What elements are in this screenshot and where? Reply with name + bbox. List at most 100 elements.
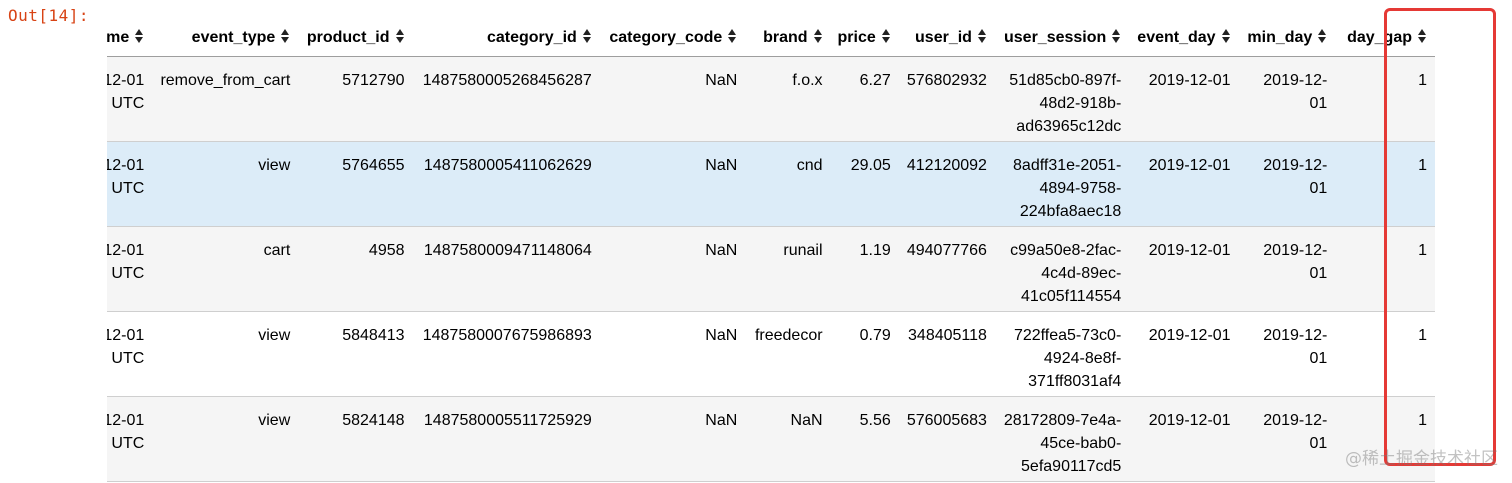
cell-event-time: 2019-12-01 00:00:05 UTC [107,327,145,367]
column-header-user-id[interactable]: user_id [898,20,995,57]
column-header-label: event_type [191,29,276,46]
column-header-label: min_day [1247,29,1313,46]
cell-brand: f.o.x [792,72,823,89]
table-body: 2019-12-01 00:00:00 UTC remove_from_cart 5… [107,56,1435,482]
cell-event-time: 2019-12-01 00:00:02 UTC [107,242,145,282]
column-header-product-id[interactable]: product_id [298,20,413,57]
column-header-event-day[interactable]: event_day [1129,20,1239,57]
cell-user-session: 51d85cb0-897f- 48d2-918b- ad63965c12dc [1009,72,1122,135]
sort-arrows-icon[interactable] [281,29,290,46]
cell-user-id: 494077766 [906,242,987,259]
cell-product-id: 5824148 [342,412,405,429]
sort-arrows-icon[interactable] [1418,29,1427,46]
sort-arrows-icon[interactable] [135,29,144,46]
cell-product-id: 5848413 [342,327,405,344]
cell-product-id: 4958 [368,242,405,259]
column-header-label: brand [763,29,808,46]
column-header-label: category_id [486,29,577,46]
dataframe-table: event_time event_type product_id category_i… [107,20,1435,482]
cell-min-day: 2019-12- 01 [1263,242,1328,282]
table-row[interactable]: 2019-12-01 00:00:02 UTC cart 4958 148758000… [107,226,1435,312]
sort-arrows-icon[interactable] [728,29,737,46]
cell-price: 5.56 [859,412,891,429]
cell-day-gap: 1 [1418,242,1427,259]
cell-brand: freedecor [754,327,823,344]
cell-price: 6.27 [859,72,891,89]
watermark: @稀土掘金技术社区 [1345,449,1498,469]
column-header-label: user_session [1004,29,1107,46]
column-header-user-session[interactable]: user_session [994,20,1130,57]
column-header-day-gap[interactable]: day_gap [1335,20,1435,57]
column-header-label: product_id [306,29,390,46]
table-row[interactable]: 2019-12-01 00:00:05 UTC view 5848413 148758… [107,312,1435,397]
column-header-min-day[interactable]: min_day [1238,20,1336,57]
column-header-event-type[interactable]: event_type [152,20,299,57]
sort-arrows-icon[interactable] [582,29,592,46]
cell-user-session: 8adff31e-2051- 4894-9758- 224bfa8aec18 [1013,157,1122,220]
cell-category-code: NaN [705,72,738,89]
cell-event-type: cart [263,242,291,259]
cell-product-id: 5712790 [342,72,405,89]
sort-arrows-icon[interactable] [977,29,987,46]
cell-min-day: 2019-12- 01 [1263,412,1328,452]
cell-user-session: c99a50e8-2fac- 4c4d-89ec- 41c05f114554 [1010,242,1122,305]
cell-product-id: 5764655 [342,157,405,174]
cell-category-id: 1487580005268456287 [422,72,592,89]
cell-user-id: 348405118 [908,327,987,344]
cell-min-day: 2019-12- 01 [1263,72,1328,112]
column-header-label: price [837,29,876,46]
column-header-label: event_day [1137,29,1216,46]
sort-arrows-icon[interactable] [1318,29,1327,46]
table-row[interactable]: 2019-12-01 00:00:07 UTC view 5824148 148758… [107,396,1435,482]
cell-event-day: 2019-12-01 [1148,157,1231,174]
table-row[interactable]: 2019-12-01 00:00:00 UTC view 5764655 148758… [107,141,1435,227]
cell-user-session: 722ffea5-73c0- 4924-8e8f- 371ff8031af4 [1013,327,1122,390]
sort-arrows-icon[interactable] [881,29,891,46]
cell-category-id: 1487580005411062629 [423,157,592,174]
header-row: event_time event_type product_id category_i… [107,20,1435,57]
cell-user-id: 576802932 [906,72,987,89]
cell-category-code: NaN [705,157,738,174]
cell-price: 0.79 [859,327,891,344]
cell-event-type: remove_from_cart [160,72,291,89]
cell-category-id: 1487580005511725929 [423,412,592,429]
cell-price: 1.19 [859,242,891,259]
column-header-category-id[interactable]: category_id [412,20,600,57]
sort-arrows-icon[interactable] [813,29,823,46]
column-header-category-code[interactable]: category_code [599,20,746,57]
cell-event-type: view [258,412,291,429]
cell-event-day: 2019-12-01 [1148,242,1231,259]
cell-event-time: 2019-12-01 00:00:00 UTC [107,72,145,112]
cell-event-time: 2019-12-01 00:00:00 UTC [107,157,145,197]
output-prompt-label: Out[14]: [8,6,90,25]
cell-event-type: view [258,327,291,344]
sort-arrows-icon[interactable] [395,29,405,46]
cell-category-code: NaN [705,412,738,429]
cell-brand: runail [783,242,823,259]
cell-user-id: 576005683 [906,412,987,429]
cell-day-gap: 1 [1418,72,1427,89]
cell-day-gap: 1 [1418,327,1427,344]
cell-category-id: 1487580009471148064 [423,242,592,259]
dataframe-scroll-area[interactable]: event_time event_type product_id category_i… [107,0,1512,483]
cell-user-session: 28172809-7e4a- 45ce-bab0- 5efa90117cd5 [1003,412,1122,475]
column-header-price[interactable]: price [830,20,899,57]
cell-min-day: 2019-12- 01 [1263,157,1328,197]
cell-min-day: 2019-12- 01 [1263,327,1328,367]
cell-user-id: 412120092 [906,157,987,174]
cell-day-gap: 1 [1418,157,1427,174]
sort-arrows-icon[interactable] [1221,29,1231,46]
cell-event-day: 2019-12-01 [1148,72,1231,89]
table-row[interactable]: 2019-12-01 00:00:00 UTC remove_from_cart 5… [107,56,1435,142]
cell-event-day: 2019-12-01 [1148,327,1231,344]
column-header-event-time[interactable]: event_time [107,20,153,57]
cell-brand: NaN [790,412,823,429]
cell-event-time: 2019-12-01 00:00:07 UTC [107,412,145,452]
column-header-label: category_code [609,29,723,46]
column-header-brand[interactable]: brand [745,20,831,57]
sort-arrows-icon[interactable] [1112,29,1121,46]
cell-category-id: 1487580007675986893 [422,327,592,344]
cell-event-day: 2019-12-01 [1148,412,1231,429]
cell-price: 29.05 [850,157,891,174]
column-header-label: event_time [107,29,130,46]
